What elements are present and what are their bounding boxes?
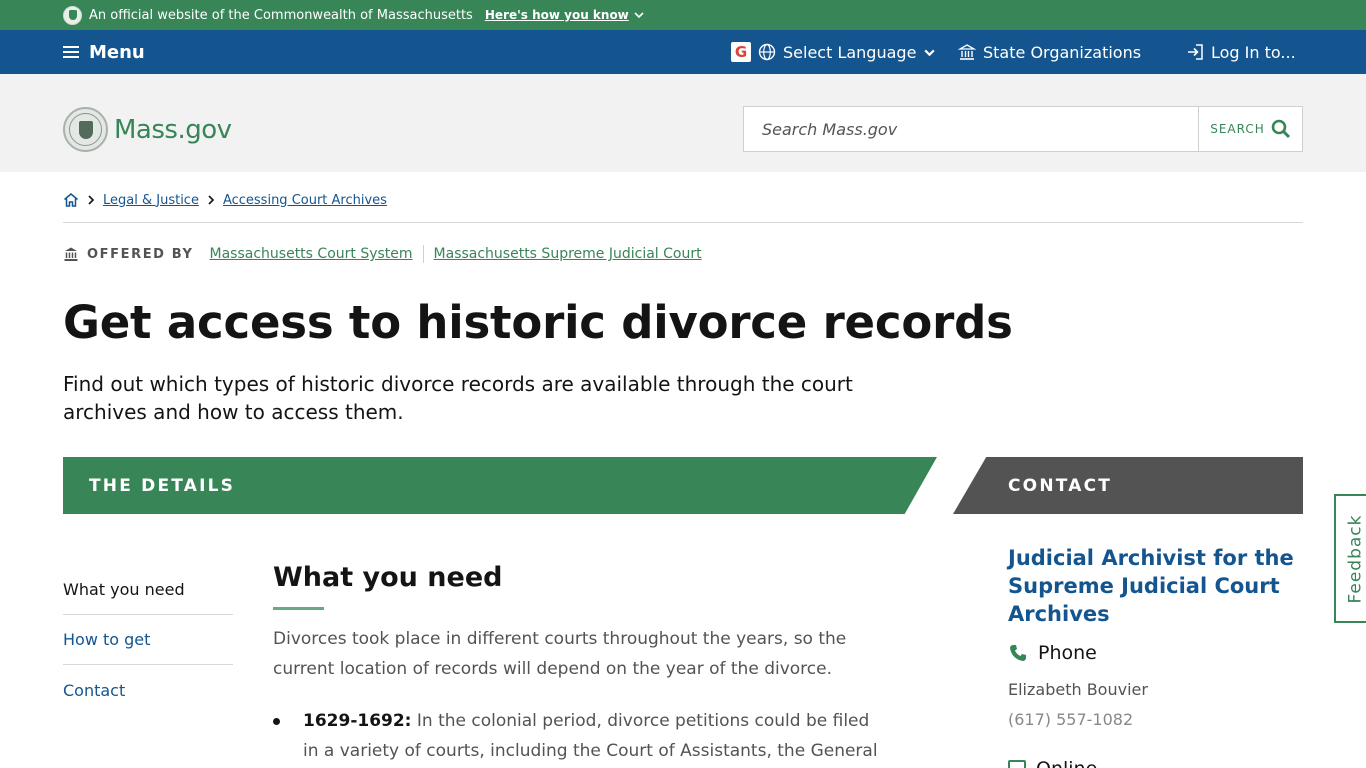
login-icon [1188, 44, 1203, 60]
phone-icon [1010, 645, 1026, 661]
phone-label: Phone [1038, 642, 1097, 664]
chevron-right-icon [208, 195, 215, 205]
offered-by-label: OFFERED BY [87, 246, 194, 262]
offered-by: OFFERED BY Massachusetts Court System Ma… [63, 244, 702, 264]
breadcrumb-legal-justice[interactable]: Legal & Justice [103, 193, 199, 208]
how-you-know-label: Here's how you know [484, 8, 629, 22]
search-icon [1271, 119, 1290, 139]
logo-text: Mass.gov [114, 114, 232, 145]
section-title-underline [273, 607, 324, 610]
login-label: Log In to... [1211, 42, 1296, 62]
search-button-label: SEARCH [1210, 122, 1265, 136]
page-title: Get access to historic divorce records [63, 296, 1013, 349]
seal-icon [63, 5, 82, 25]
home-icon[interactable] [63, 192, 79, 208]
search-button[interactable]: SEARCH [1198, 106, 1303, 152]
section-title: What you need [273, 562, 503, 593]
page-lede: Find out which types of historic divorce… [63, 372, 853, 424]
menu-label: Menu [89, 41, 145, 63]
building-icon [64, 247, 78, 261]
language-selector[interactable]: G Select Language [731, 30, 936, 74]
hamburger-icon [63, 46, 79, 58]
feedback-tab[interactable]: Feedback [1334, 494, 1366, 623]
offered-by-court-system[interactable]: Massachusetts Court System [210, 246, 413, 262]
globe-icon [758, 43, 776, 61]
breadcrumb-divider [63, 222, 1303, 223]
list-item: 1629-1692: In the colonial period, divor… [273, 706, 883, 766]
how-you-know-link[interactable]: Here's how you know [485, 8, 645, 22]
details-band: THE DETAILS [63, 457, 937, 514]
contact-phone-number[interactable]: (617) 557-1082 [1008, 710, 1133, 729]
login-button[interactable]: Log In to... [1186, 30, 1296, 74]
phone-heading: Phone [1008, 642, 1097, 664]
offered-by-sjc[interactable]: Massachusetts Supreme Judicial Court [434, 246, 702, 262]
massachusetts-seal-icon [63, 107, 108, 152]
official-text: An official website of the Commonwealth … [89, 7, 473, 23]
offered-by-separator [422, 245, 424, 263]
menu-button[interactable]: Menu [63, 30, 145, 74]
list-item-range: 1629-1692: [303, 711, 412, 731]
toc-item-contact[interactable]: Contact [63, 665, 233, 715]
building-icon [958, 44, 976, 60]
breadcrumb: Legal & Justice Accessing Court Archives [63, 188, 387, 212]
chevron-down-icon [924, 49, 936, 56]
online-label: Online [1036, 758, 1097, 768]
breadcrumb-court-archives[interactable]: Accessing Court Archives [223, 193, 387, 208]
utility-nav: Menu G Select Language State Organizatio… [0, 30, 1366, 74]
language-label: Select Language [783, 42, 917, 62]
site-logo[interactable]: Mass.gov [63, 107, 232, 152]
table-of-contents: What you need How to get Contact [63, 565, 233, 715]
state-orgs-label: State Organizations [983, 42, 1142, 62]
chevron-right-icon [88, 195, 95, 205]
online-heading: Online [1008, 758, 1097, 768]
toc-item-how-to-get[interactable]: How to get [63, 615, 233, 665]
section-paragraph: Divorces took place in different courts … [273, 629, 847, 679]
site-header: Mass.gov Search Mass.gov SEARCH [0, 74, 1366, 172]
toc-item-what-you-need[interactable]: What you need [63, 565, 233, 615]
contact-name[interactable]: Judicial Archivist for the Supreme Judic… [1008, 544, 1298, 628]
contact-person: Elizabeth Bouvier [1008, 680, 1148, 699]
official-banner: An official website of the Commonwealth … [0, 0, 1366, 30]
contact-band: CONTACT [953, 457, 1303, 514]
state-organizations-button[interactable]: State Organizations [958, 30, 1141, 74]
feedback-label: Feedback [1345, 514, 1365, 603]
laptop-icon [1008, 760, 1026, 768]
records-list: 1629-1692: In the colonial period, divor… [273, 706, 883, 766]
google-translate-icon: G [731, 42, 751, 62]
search-input[interactable]: Search Mass.gov [743, 106, 1199, 152]
chevron-down-icon [634, 12, 644, 19]
